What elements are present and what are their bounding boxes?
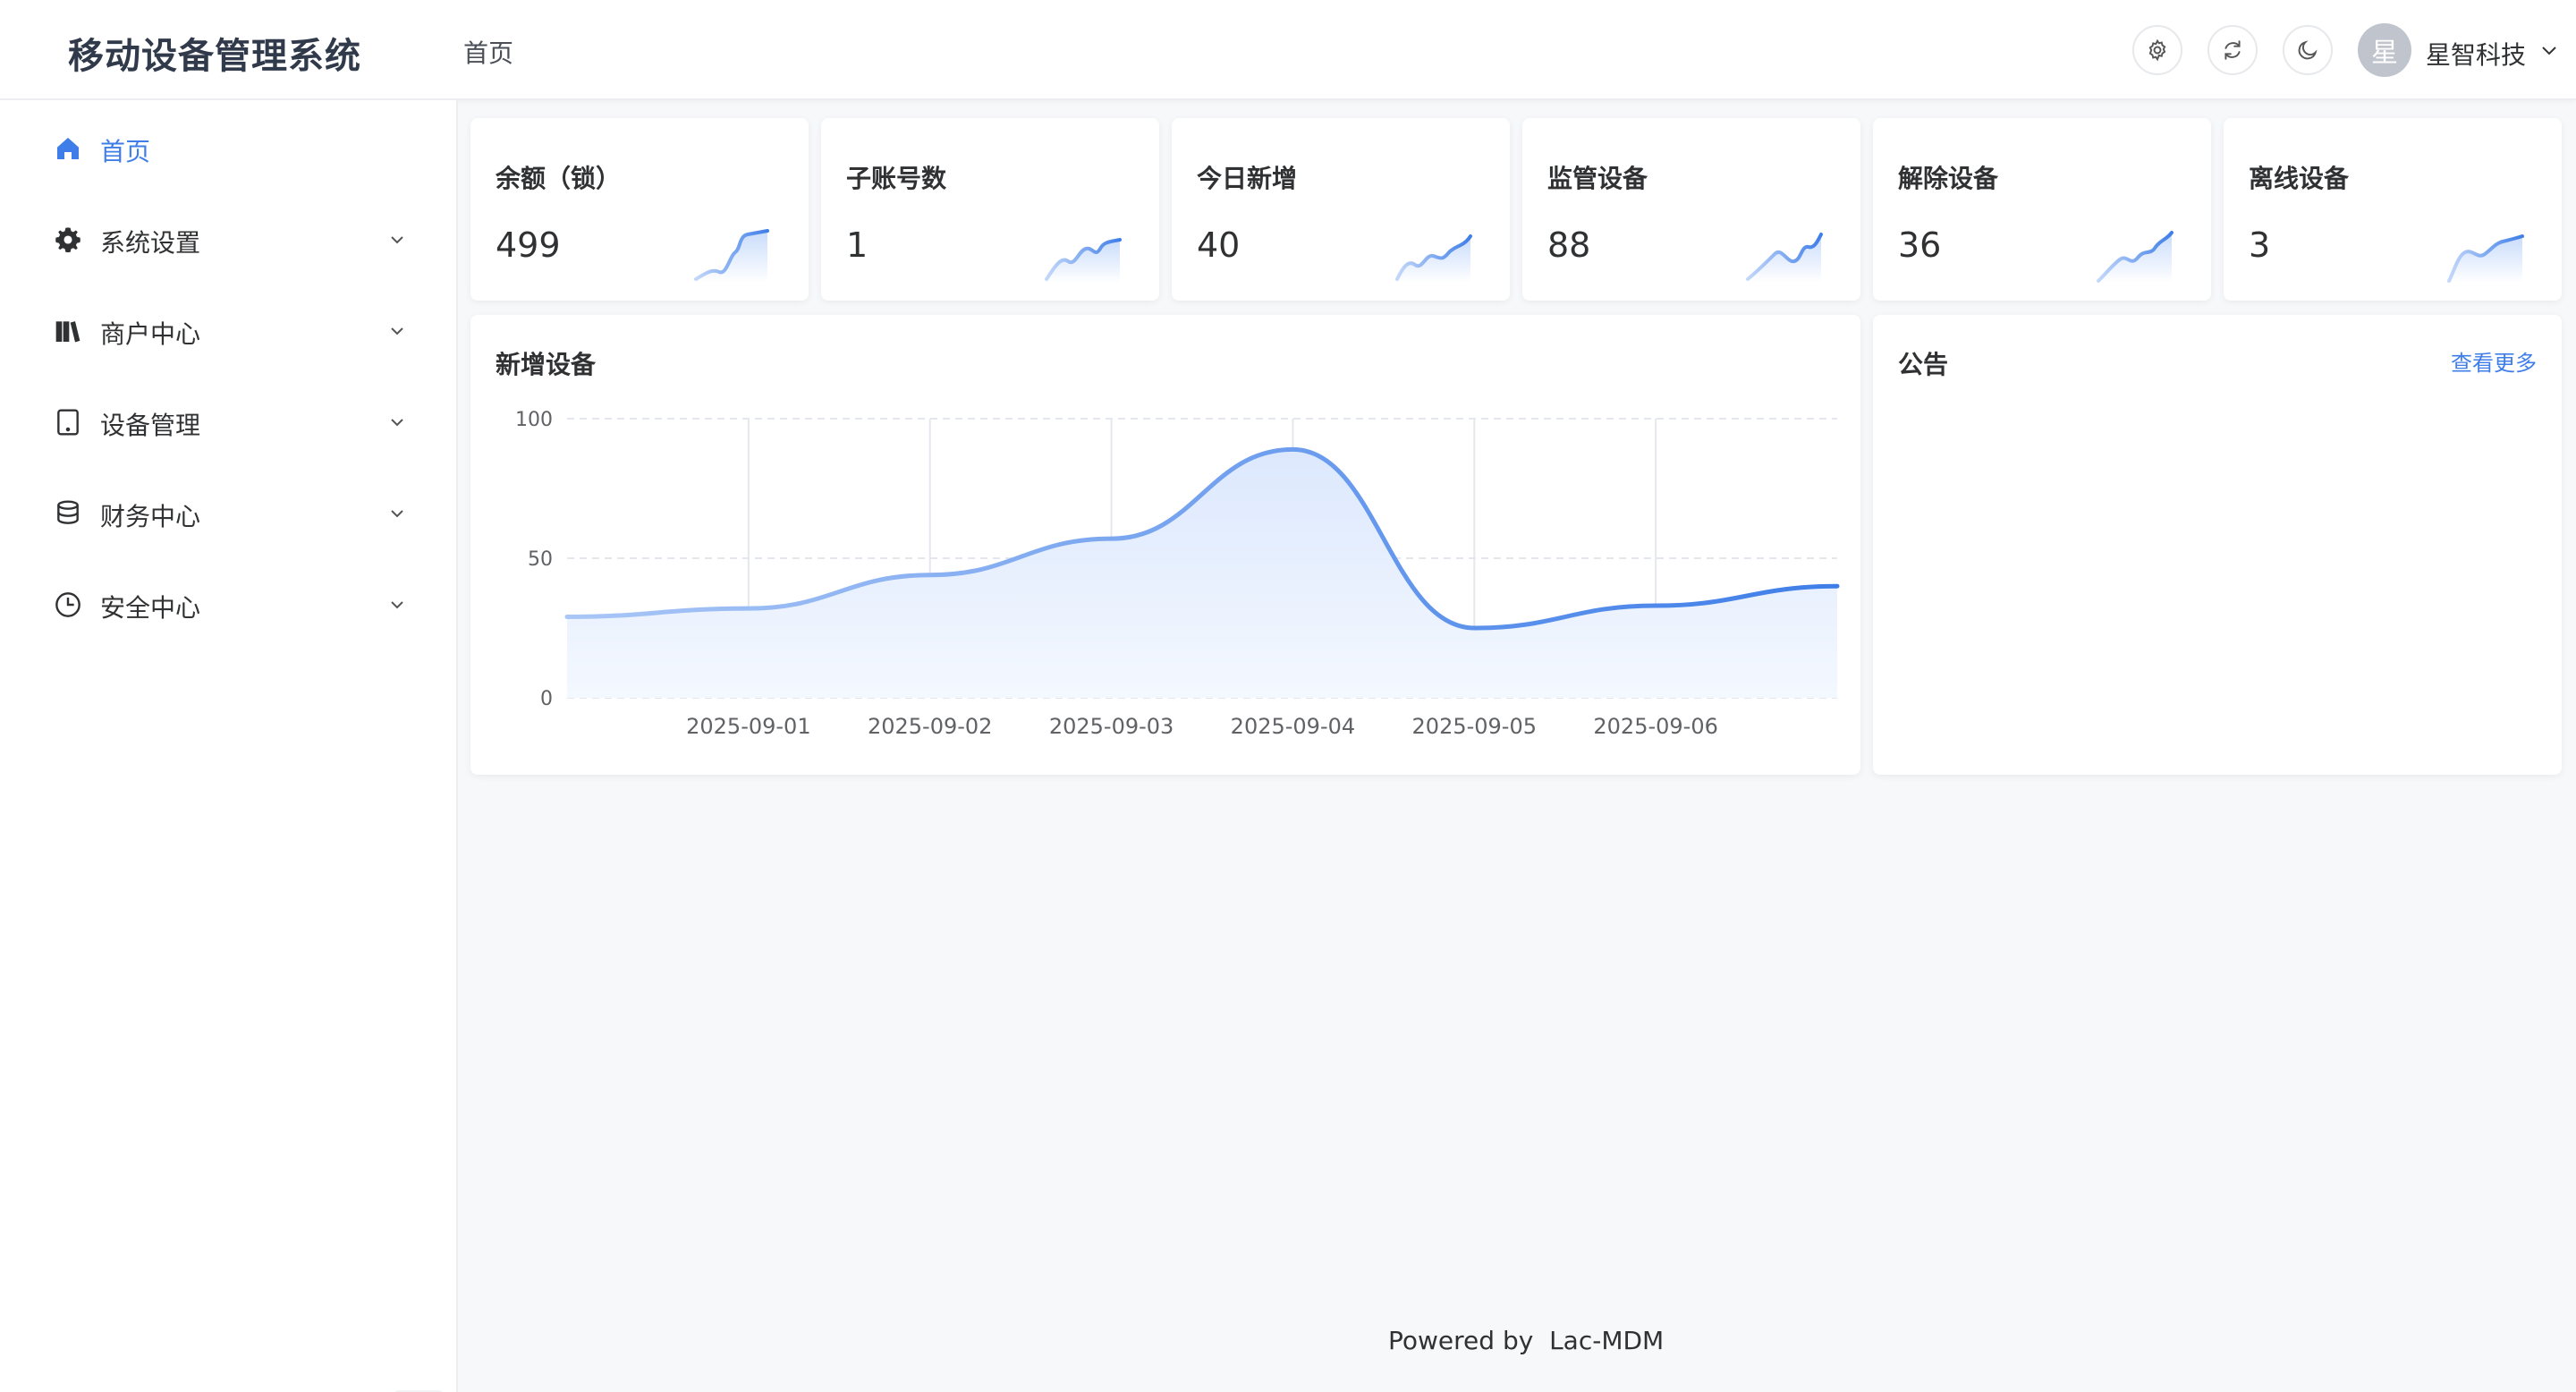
stat-value: 36: [1898, 225, 1942, 265]
stat-value: 3: [2249, 225, 2271, 265]
settings-button[interactable]: [2132, 25, 2182, 75]
sidebar-item-security-center[interactable]: 安全中心: [0, 560, 456, 649]
theme-toggle-button[interactable]: [2283, 25, 2333, 75]
sidebar-item-device-management[interactable]: 设备管理: [0, 378, 456, 467]
chevron-down-icon: [391, 419, 403, 427]
app-title: 移动设备管理系统: [68, 36, 361, 77]
gear-icon: [2148, 38, 2166, 62]
sparkline: [2447, 234, 2524, 283]
sidebar-item-system-settings[interactable]: 系统设置: [0, 195, 456, 284]
refresh-icon: [2224, 40, 2241, 60]
sparkline: [1746, 233, 1823, 283]
stat-title: 子账号数: [846, 164, 947, 193]
stat-title: 监管设备: [1547, 164, 1648, 193]
sidebar-item-label: 设备管理: [100, 411, 201, 440]
see-more-link[interactable]: 查看更多: [2451, 345, 2537, 377]
moon-icon: [2298, 40, 2318, 60]
x-tick-label: 2025-09-01: [686, 714, 810, 739]
sparkline: [694, 229, 769, 283]
clock-icon: [55, 592, 80, 617]
stat-value: 1: [846, 225, 869, 265]
x-tick-label: 2025-09-04: [1231, 714, 1355, 739]
books-icon: [55, 321, 80, 343]
x-tick-label: 2025-09-05: [1412, 714, 1537, 739]
sidebar-item-label: 安全中心: [100, 593, 201, 623]
user-name[interactable]: 星智科技: [2426, 36, 2526, 72]
footer-text: Powered by Lac-MDM: [1388, 1326, 1665, 1355]
avatar[interactable]: 星: [2358, 23, 2411, 77]
sidebar-item-finance-center[interactable]: 财务中心: [0, 469, 456, 558]
stat-title: 今日新增: [1197, 164, 1298, 193]
sidebar-item-home[interactable]: 首页: [0, 104, 456, 193]
sidebar-item-label: 财务中心: [100, 502, 201, 531]
sidebar-item-label: 系统设置: [100, 228, 201, 258]
gear-icon: [55, 227, 80, 253]
x-tick-label: 2025-09-02: [868, 714, 992, 739]
chart-area: [567, 449, 1837, 698]
stat-title: 余额（锁）: [496, 164, 622, 193]
chevron-down-icon[interactable]: [2538, 39, 2560, 61]
sidebar-item-label: 首页: [100, 137, 151, 166]
notice-title: 公告: [1898, 350, 1949, 379]
y-tick-label: 50: [528, 548, 553, 571]
sparkline: [1395, 234, 1472, 283]
stat-card-today-new: 今日新增 40: [1172, 118, 1510, 301]
notice-panel: 公告 查看更多: [1873, 315, 2562, 775]
stat-card-offline-devices: 离线设备 3: [2224, 118, 2562, 301]
refresh-button[interactable]: [2207, 25, 2258, 75]
stat-value: 40: [1197, 225, 1241, 265]
database-icon: [57, 500, 79, 524]
stat-title: 离线设备: [2249, 164, 2350, 193]
sidebar: 首页 系统设置 商户中心 设备管理 财务中心 安全中心: [0, 100, 458, 1392]
stat-card-balance: 余额（锁） 499: [470, 118, 809, 301]
breadcrumb[interactable]: 首页: [463, 34, 513, 70]
sparkline: [2097, 231, 2174, 283]
sidebar-item-label: 商户中心: [100, 319, 201, 349]
new-devices-chart: 0 50 100 2025-09-01 2025-09-02 2025-09-03 2025…: [515, 409, 1840, 739]
chevron-down-icon: [391, 510, 403, 518]
stat-card-released-devices: 解除设备 36: [1873, 118, 2211, 301]
y-tick-label: 100: [515, 409, 553, 431]
x-tick-label: 2025-09-06: [1593, 714, 1717, 739]
sparkline: [1045, 238, 1122, 283]
stat-card-sub-accounts: 子账号数 1: [821, 118, 1159, 301]
new-devices-chart-panel: 新增设备 0 50 100 2025-09-01 2025-09-02 2025-09-0…: [470, 315, 1860, 775]
sidebar-item-merchant-center[interactable]: 商户中心: [0, 286, 456, 376]
x-tick-label: 2025-09-03: [1049, 714, 1174, 739]
chevron-down-icon: [391, 601, 403, 609]
top-header: 移动设备管理系统 首页 星 星智科技: [0, 0, 2576, 100]
stat-value: 88: [1547, 225, 1591, 265]
home-icon: [57, 138, 79, 159]
chevron-down-icon: [391, 327, 403, 335]
chevron-down-icon: [391, 236, 403, 244]
stat-card-supervised-devices: 监管设备 88: [1522, 118, 1860, 301]
tablet-icon: [57, 409, 79, 436]
y-tick-label: 0: [540, 688, 553, 710]
stat-value: 499: [496, 225, 561, 265]
stat-title: 解除设备: [1898, 164, 1999, 193]
